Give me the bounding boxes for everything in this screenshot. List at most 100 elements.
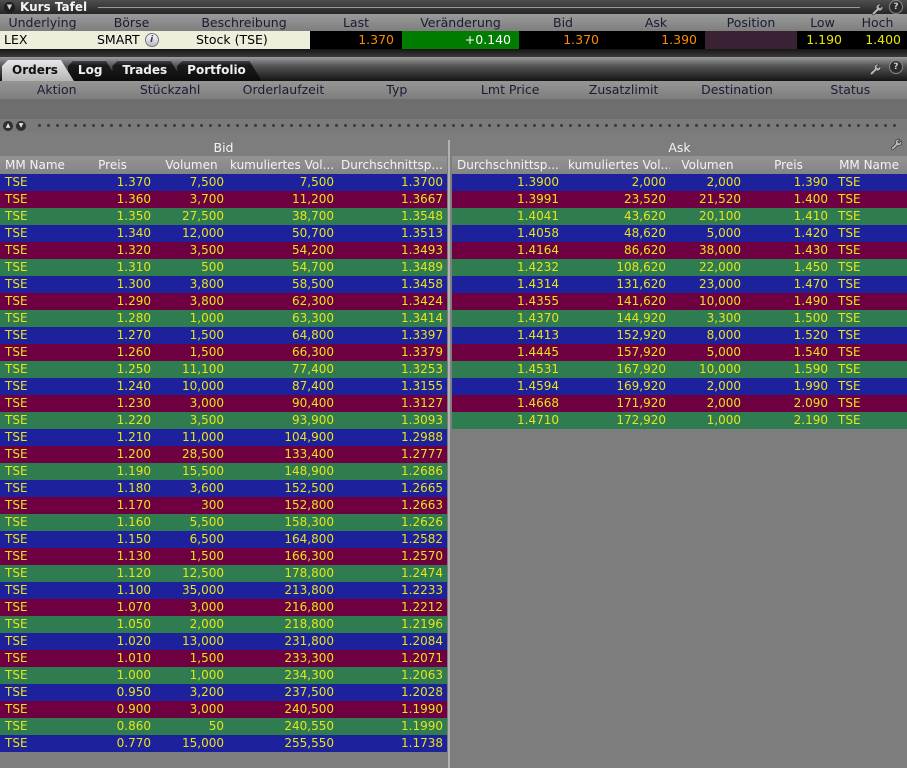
bid-row[interactable]: TSE 1.260 1,500 66,300 1.3379	[0, 344, 447, 361]
bid-preis: 0.770	[116, 736, 151, 750]
orders-header-zusatzlimit: Zusatzlimit	[588, 82, 659, 97]
bid-row[interactable]: TSE 1.180 3,600 152,500 1.2665	[0, 480, 447, 497]
bid-row[interactable]: TSE 0.860 50 240,550 1.1990	[0, 718, 447, 735]
bid-row[interactable]: TSE 1.240 10,000 87,400 1.3155	[0, 378, 447, 395]
bid-row[interactable]: TSE 1.290 3,800 62,300 1.3424	[0, 293, 447, 310]
change-cell[interactable]: +0.140	[402, 31, 519, 49]
ask-row[interactable]: 1.4668 171,920 2,000 2.090 TSE	[452, 395, 907, 412]
ask-row[interactable]: 1.3900 2,000 2,000 1.390 TSE	[452, 174, 907, 191]
bid-row[interactable]: TSE 1.280 1,000 63,300 1.3414	[0, 310, 447, 327]
last-cell[interactable]: 1.370	[310, 31, 402, 49]
tab-log[interactable]: Log	[68, 60, 118, 81]
bid-row[interactable]: TSE 1.130 1,500 166,300 1.2570	[0, 548, 447, 565]
bid-row[interactable]: TSE 0.900 3,000 240,500 1.1990	[0, 701, 447, 718]
splitter-drag-handle[interactable]	[35, 123, 901, 128]
bid-durchschnitt: 1.3489	[401, 260, 443, 274]
ask-row[interactable]: 1.4164 86,620 38,000 1.430 TSE	[452, 242, 907, 259]
tab-orders[interactable]: Orders	[2, 60, 74, 81]
bid-row[interactable]: TSE 1.070 3,000 216,800 1.2212	[0, 599, 447, 616]
bid-row[interactable]: TSE 1.360 3,700 11,200 1.3667	[0, 191, 447, 208]
ask-row[interactable]: 1.4370 144,920 3,300 1.500 TSE	[452, 310, 907, 327]
help-icon[interactable]: ?	[889, 0, 903, 14]
bid-volumen: 3,000	[189, 396, 224, 410]
ask-volumen: 22,000	[699, 260, 741, 274]
bid-row[interactable]: TSE 1.120 12,500 178,800 1.2474	[0, 565, 447, 582]
bid-mm-name: TSE	[5, 651, 28, 665]
bid-row[interactable]: TSE 1.300 3,800 58,500 1.3458	[0, 276, 447, 293]
wrench-icon[interactable]	[871, 1, 884, 15]
bid-preis: 1.370	[116, 175, 151, 189]
position-cell[interactable]	[705, 31, 797, 49]
ask-row[interactable]: 1.4531 167,920 10,000 1.590 TSE	[452, 361, 907, 378]
ask-volumen: 2,000	[706, 379, 741, 393]
bid-mm-name: TSE	[5, 481, 28, 495]
bid-row[interactable]: TSE 1.100 35,000 213,800 1.2233	[0, 582, 447, 599]
splitter-down-icon[interactable]: ▼	[16, 120, 26, 131]
ask-volumen: 3,300	[706, 311, 741, 325]
ask-row[interactable]: 1.4445 157,920 5,000 1.540 TSE	[452, 344, 907, 361]
ask-preis: 1.450	[793, 260, 828, 274]
bid-row[interactable]: TSE 1.190 15,500 148,900 1.2686	[0, 463, 447, 480]
bid-row[interactable]: TSE 1.220 3,500 93,900 1.3093	[0, 412, 447, 429]
low-cell[interactable]: 1.190	[797, 31, 848, 49]
boerse-cell[interactable]: SMART i	[85, 31, 178, 49]
bid-row[interactable]: TSE 1.310 500 54,700 1.3489	[0, 259, 447, 276]
bid-durchschnitt: 1.3458	[401, 277, 443, 291]
bid-row[interactable]: TSE 1.210 11,000 104,900 1.2988	[0, 429, 447, 446]
tab-trades[interactable]: Trades	[112, 60, 183, 81]
splitter-up-icon[interactable]: ▲	[3, 120, 13, 131]
bid-row[interactable]: TSE 1.230 3,000 90,400 1.3127	[0, 395, 447, 412]
panel-splitter[interactable]: ▲ ▼	[0, 119, 907, 132]
bid-row[interactable]: TSE 0.770 15,000 255,550 1.1738	[0, 735, 447, 752]
bid-mm-name: TSE	[5, 192, 28, 206]
bid-row[interactable]: TSE 0.950 3,200 237,500 1.2028	[0, 684, 447, 701]
wrench-icon[interactable]	[869, 61, 882, 75]
bid-row[interactable]: TSE 1.170 300 152,800 1.2663	[0, 497, 447, 514]
bid-row[interactable]: TSE 1.050 2,000 218,800 1.2196	[0, 616, 447, 633]
bid-row[interactable]: TSE 1.010 1,500 233,300 1.2071	[0, 650, 447, 667]
bid-row[interactable]: TSE 1.020 13,000 231,800 1.2084	[0, 633, 447, 650]
ask-row[interactable]: 1.4041 43,620 20,100 1.410 TSE	[452, 208, 907, 225]
quote-row: LEX SMART i Stock (TSE) 1.370 +0.140 1.3…	[0, 31, 907, 49]
bid-preis: 1.360	[116, 192, 151, 206]
ask-row[interactable]: 1.4710 172,920 1,000 2.190 TSE	[452, 412, 907, 429]
ask-durchschnitt: 1.4314	[517, 277, 559, 291]
collapse-panel-icon[interactable]: ▼	[4, 1, 15, 13]
hoch-cell[interactable]: 1.400	[848, 31, 907, 49]
ask-kum-vol: 131,620	[616, 277, 666, 291]
bid-row[interactable]: TSE 1.160 5,500 158,300 1.2626	[0, 514, 447, 531]
bid-row[interactable]: TSE 1.200 28,500 133,400 1.2777	[0, 446, 447, 463]
ask-kum-vol: 144,920	[616, 311, 666, 325]
bid-kum-vol: 58,500	[292, 277, 334, 291]
ask-cell[interactable]: 1.390	[607, 31, 705, 49]
ask-row[interactable]: 1.4058 48,620 5,000 1.420 TSE	[452, 225, 907, 242]
bid-row[interactable]: TSE 1.250 11,100 77,400 1.3253	[0, 361, 447, 378]
ask-durchschnitt: 1.4531	[517, 362, 559, 376]
wrench-icon[interactable]	[890, 136, 903, 151]
beschreibung-cell[interactable]: Stock (TSE)	[178, 31, 310, 49]
info-icon[interactable]: i	[144, 33, 159, 47]
ask-row[interactable]: 1.4413 152,920 8,000 1.520 TSE	[452, 327, 907, 344]
help-icon[interactable]: ?	[889, 60, 903, 74]
bid-row[interactable]: TSE 1.340 12,000 50,700 1.3513	[0, 225, 447, 242]
bid-preis: 0.950	[116, 685, 151, 699]
bid-preis: 1.020	[116, 634, 151, 648]
ask-row[interactable]: 1.3991 23,520 21,520 1.400 TSE	[452, 191, 907, 208]
bid-row[interactable]: TSE 1.350 27,500 38,700 1.3548	[0, 208, 447, 225]
ask-row[interactable]: 1.4314 131,620 23,000 1.470 TSE	[452, 276, 907, 293]
bid-row[interactable]: TSE 1.000 1,000 234,300 1.2063	[0, 667, 447, 684]
bid-row[interactable]: TSE 1.320 3,500 54,200 1.3493	[0, 242, 447, 259]
ask-volumen: 21,520	[699, 192, 741, 206]
bid-volumen: 28,500	[182, 447, 224, 461]
ask-row[interactable]: 1.4355 141,620 10,000 1.490 TSE	[452, 293, 907, 310]
ask-preis: 1.410	[793, 209, 828, 223]
bid-row[interactable]: TSE 1.150 6,500 164,800 1.2582	[0, 531, 447, 548]
bid-row[interactable]: TSE 1.270 1,500 64,800 1.3397	[0, 327, 447, 344]
ask-mm-name: TSE	[838, 328, 861, 342]
ask-row[interactable]: 1.4232 108,620 22,000 1.450 TSE	[452, 259, 907, 276]
tab-portfolio[interactable]: Portfolio	[177, 60, 262, 81]
bid-row[interactable]: TSE 1.370 7,500 7,500 1.3700	[0, 174, 447, 191]
ask-row[interactable]: 1.4594 169,920 2,000 1.990 TSE	[452, 378, 907, 395]
underlying-cell[interactable]: LEX	[0, 31, 85, 49]
bid-cell[interactable]: 1.370	[519, 31, 607, 49]
